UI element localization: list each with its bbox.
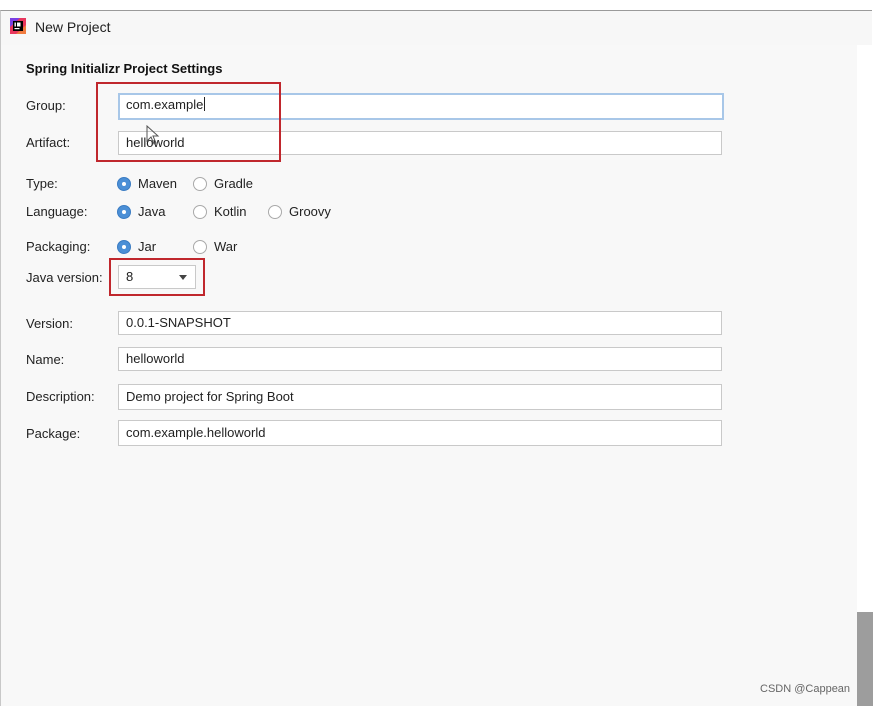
type-label: Type:: [26, 176, 58, 191]
watermark-text: CSDN @Cappean: [760, 683, 851, 695]
packaging-label: Packaging:: [26, 239, 91, 254]
radio-unselected-icon: [193, 204, 207, 219]
radio-label: Maven: [138, 176, 178, 191]
description-field[interactable]: Demo project for Spring Boot: [118, 384, 722, 410]
radio-label: War: [214, 239, 238, 254]
radio-unselected-icon: [268, 204, 282, 219]
section-title: Spring Initializr Project Settings: [26, 61, 223, 76]
radio-label: Groovy: [289, 204, 331, 219]
intellij-app-icon: [10, 18, 26, 34]
language-label: Language:: [26, 204, 88, 219]
artifact-label: Artifact:: [26, 135, 71, 150]
highlight-box-group-artifact: [96, 82, 281, 162]
radio-unselected-icon: [193, 176, 207, 191]
description-label: Description:: [26, 389, 95, 404]
mouse-pointer-icon: [146, 125, 160, 145]
radio-selected-icon: [117, 176, 131, 191]
radio-label: Java: [138, 204, 166, 219]
radio-label: Kotlin: [214, 204, 247, 219]
package-label: Package:: [26, 426, 81, 441]
java-version-label: Java version:: [26, 270, 103, 285]
highlight-box-java-version: [109, 258, 205, 296]
type-gradle-radio[interactable]: Gradle: [193, 176, 253, 191]
name-label: Name:: [26, 352, 65, 367]
packaging-jar-radio[interactable]: Jar: [117, 239, 156, 254]
language-kotlin-radio[interactable]: Kotlin: [193, 204, 247, 219]
type-maven-radio[interactable]: Maven: [117, 176, 177, 191]
radio-unselected-icon: [193, 239, 207, 254]
package-field[interactable]: com.example.helloworld: [118, 420, 722, 446]
scrollbar-thumb[interactable]: [857, 612, 873, 706]
version-label: Version:: [26, 316, 73, 331]
language-groovy-radio[interactable]: Groovy: [268, 204, 331, 219]
radio-selected-icon: [117, 204, 131, 219]
radio-selected-icon: [117, 239, 131, 254]
radio-label: Jar: [138, 239, 157, 254]
window-title: New Project: [35, 19, 111, 35]
title-bar: [1, 11, 872, 45]
packaging-war-radio[interactable]: War: [193, 239, 237, 254]
version-field[interactable]: 0.0.1-SNAPSHOT: [118, 311, 722, 335]
radio-label: Gradle: [214, 176, 254, 191]
language-java-radio[interactable]: Java: [117, 204, 165, 219]
group-label: Group:: [26, 98, 66, 113]
name-field[interactable]: helloworld: [118, 347, 722, 371]
